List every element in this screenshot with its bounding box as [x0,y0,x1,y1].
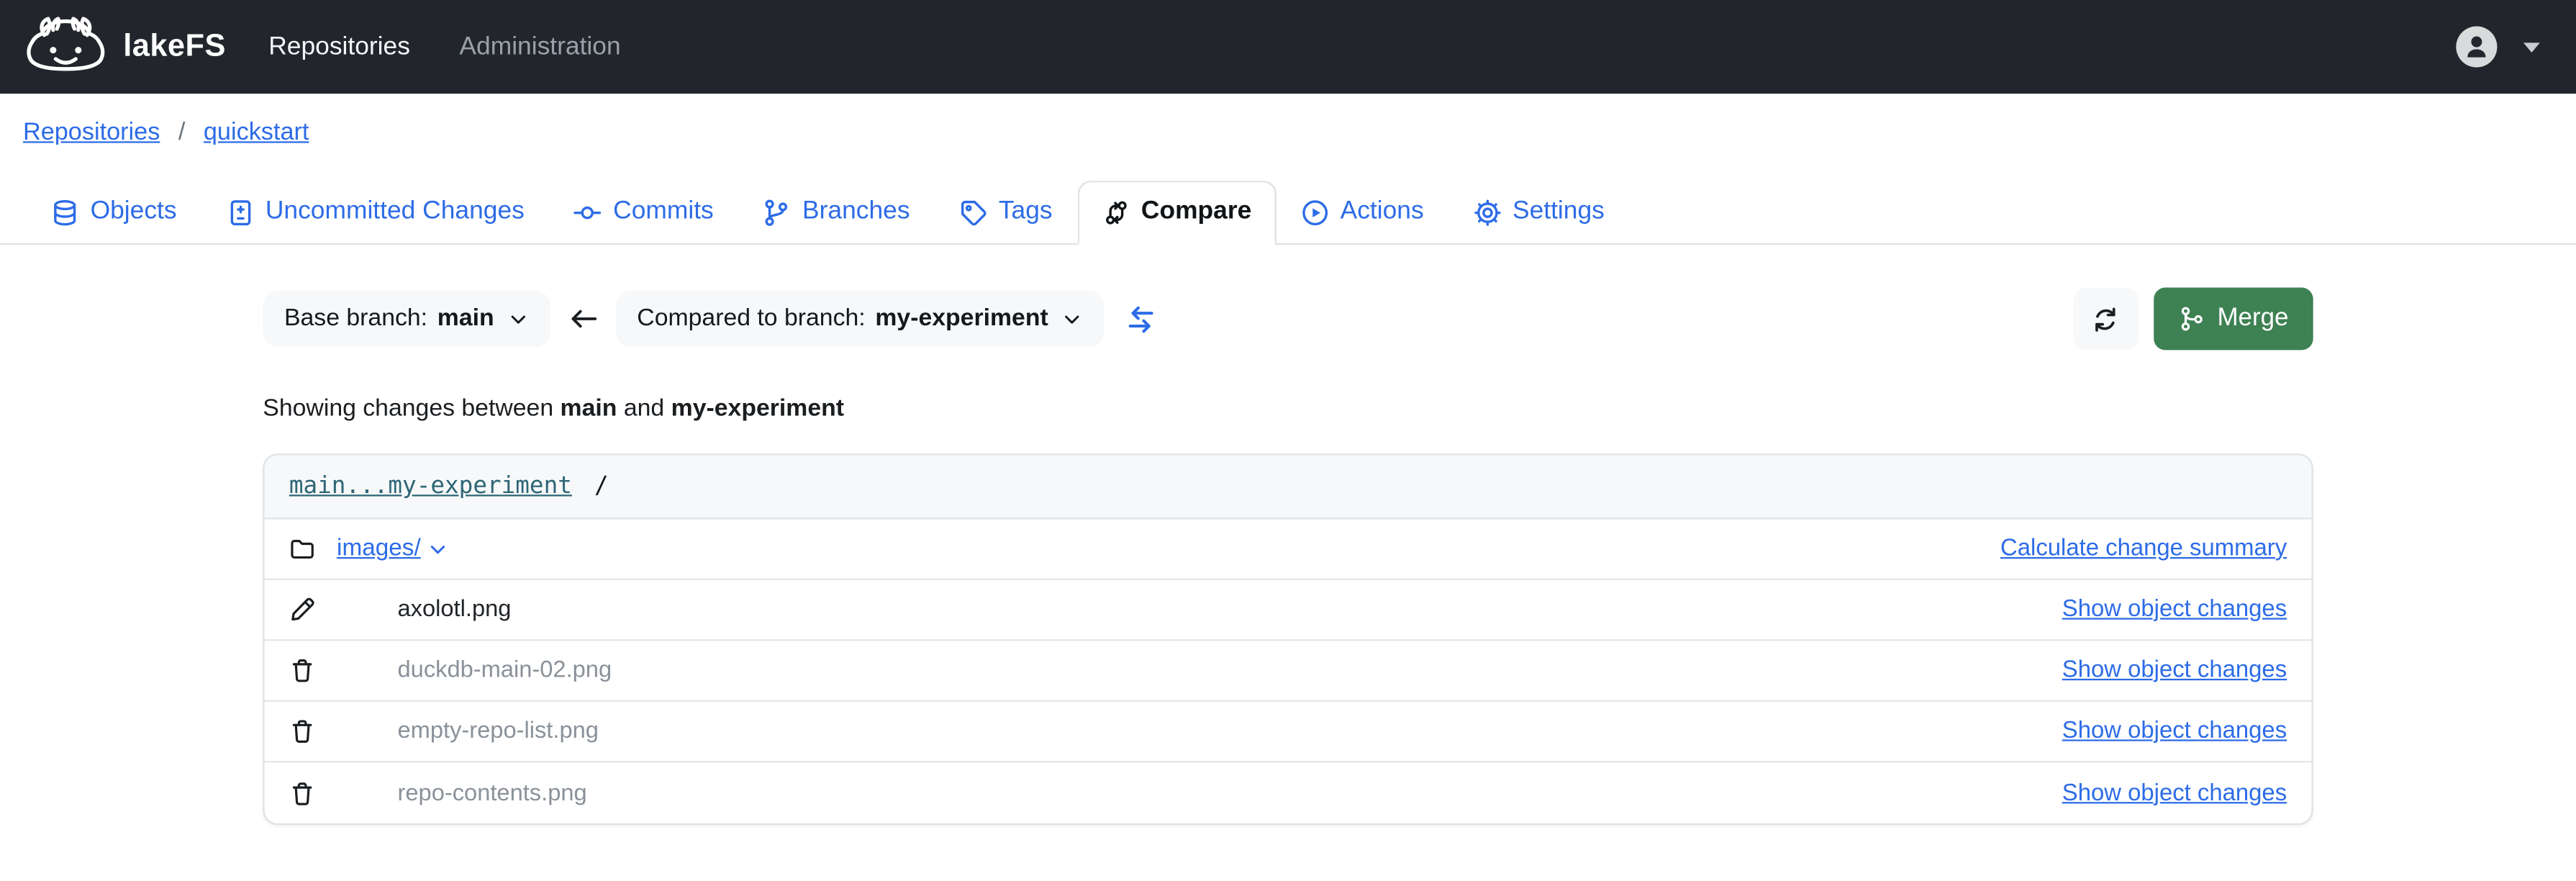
summary-conjunction: and [623,396,665,423]
object-name: empty-repo-list.png [397,718,599,745]
nav-item-repositories[interactable]: Repositories [268,32,410,62]
tab-objects[interactable]: Objects [27,181,201,245]
compare-controls: Base branch: main Compared to branch: my… [263,287,2313,351]
navbar-user-menu[interactable] [2456,26,2553,68]
compared-branch-value: my-experiment [875,305,1048,333]
nav-item-administration[interactable]: Administration [459,32,620,62]
tab-compare[interactable]: Compare [1076,181,1276,245]
axolotl-logo-icon [23,14,109,79]
tab-settings[interactable]: Settings [1448,181,1629,245]
changes-card: main...my-experiment / images/ Calculate… [263,453,2313,826]
brand-name: lakeFS [123,28,226,63]
trash-icon [289,718,319,745]
show-object-changes-link[interactable]: Show object changes [2062,597,2287,623]
summary-base-branch: main [560,396,617,423]
tab-content: Base branch: main Compared to branch: my… [263,287,2313,826]
tab-uncommitted-changes[interactable]: Uncommitted Changes [201,181,549,245]
base-branch-value: main [437,305,494,333]
table-row: duckdb-main-02.png Show object changes [264,641,2312,702]
show-object-changes-link[interactable]: Show object changes [2062,780,2287,806]
git-merge-icon [2178,306,2205,333]
commit-icon [573,198,602,226]
person-icon [2462,33,2490,61]
table-row: repo-contents.png Show object changes [264,762,2312,823]
chevron-down-icon [1061,308,1083,330]
refresh-button[interactable] [2072,287,2139,351]
compare-icon [1102,198,1130,226]
object-name: axolotl.png [397,596,512,623]
show-object-changes-link[interactable]: Show object changes [2062,657,2287,684]
tab-branches[interactable]: Branches [738,181,935,245]
directory-row: images/ Calculate change summary [264,519,2312,580]
tab-commits[interactable]: Commits [549,181,738,245]
file-rows: axolotl.png Show object changes duckdb-m… [264,579,2312,823]
breadcrumb-separator: / [178,118,186,147]
breadcrumb-quickstart[interactable]: quickstart [204,118,309,146]
lakefs-brand[interactable]: lakeFS [23,14,226,79]
caret-down-icon[interactable] [2523,42,2540,60]
base-branch-label: Base branch: [284,305,428,333]
file-diff-icon [226,198,254,226]
breadcrumb-repositories[interactable]: Repositories [23,118,160,146]
merge-button-label: Merge [2217,304,2289,333]
tab-actions[interactable]: Actions [1276,181,1448,245]
table-row: empty-repo-list.png Show object changes [264,701,2312,763]
object-name: duckdb-main-02.png [397,657,612,684]
play-circle-icon [1301,198,1329,226]
directory-link[interactable]: images/ [337,536,421,562]
changes-summary-text: Showing changes between main and my-expe… [263,396,2313,423]
database-icon [51,198,79,226]
navbar-links: Repositories Administration [268,32,620,62]
table-row: axolotl.png Show object changes [264,579,2312,641]
trash-icon [289,780,319,806]
switch-directions-icon[interactable] [1125,303,1156,334]
refs-link[interactable]: main...my-experiment [289,474,572,500]
base-branch-dropdown[interactable]: Base branch: main [263,291,550,347]
branch-icon [763,198,791,226]
changes-card-header: main...my-experiment / [264,455,2312,520]
tab-tags[interactable]: Tags [935,181,1077,245]
trash-icon [289,657,319,684]
top-navbar: lakeFS Repositories Administration [0,0,2576,94]
merge-button[interactable]: Merge [2153,287,2313,351]
page: lakeFS Repositories Administration Repos… [0,0,2576,881]
pencil-icon [289,597,319,623]
arrow-left-icon [568,304,597,333]
object-name: repo-contents.png [397,780,587,806]
compared-branch-label: Compared to branch: [637,305,866,333]
summary-prefix: Showing changes between [263,396,554,423]
chevron-down-icon[interactable] [427,538,449,560]
tag-icon [959,198,987,226]
breadcrumb: Repositories / quickstart [23,118,2553,146]
refresh-icon [2092,305,2120,333]
compared-branch-dropdown[interactable]: Compared to branch: my-experiment [615,291,1105,347]
repository-tabs: Objects Uncommitted Changes Commits Bran… [0,181,2576,245]
avatar[interactable] [2456,26,2498,68]
chevron-down-icon [507,308,529,330]
gear-icon [1473,198,1501,226]
summary-compared-branch: my-experiment [671,396,845,423]
path-suffix: / [594,473,609,500]
calculate-change-summary-link[interactable]: Calculate change summary [2000,536,2287,562]
show-object-changes-link[interactable]: Show object changes [2062,718,2287,745]
folder-icon [289,536,319,562]
